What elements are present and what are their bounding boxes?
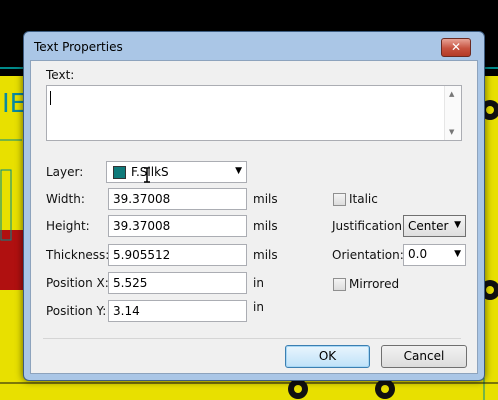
position-y-unit: in <box>253 300 264 314</box>
height-input[interactable]: 39.37008 <box>108 215 247 237</box>
italic-checkbox[interactable] <box>333 193 346 206</box>
dialog-title: Text Properties <box>34 40 123 54</box>
mirrored-checkbox[interactable] <box>333 278 346 291</box>
position-x-label: Position X: <box>46 276 109 290</box>
height-label: Height: <box>46 219 90 233</box>
italic-label[interactable]: Italic <box>349 192 378 206</box>
separator <box>43 338 461 339</box>
thickness-input[interactable]: 5.905512 <box>108 244 247 266</box>
orientation-select[interactable]: 0.0 ▼ <box>403 244 466 266</box>
mirrored-label[interactable]: Mirrored <box>349 277 399 291</box>
width-label: Width: <box>46 192 85 206</box>
text-input[interactable]: ▲ ▼ <box>46 85 462 141</box>
chevron-down-icon: ▼ <box>454 220 461 230</box>
title-bar[interactable]: Text Properties ✕ <box>24 32 484 60</box>
scroll-up-icon[interactable]: ▲ <box>449 90 454 98</box>
chevron-down-icon: ▼ <box>454 249 461 259</box>
text-caret <box>50 91 51 105</box>
cancel-button[interactable]: Cancel <box>381 345 467 368</box>
thickness-value: 5.905512 <box>113 248 171 262</box>
scroll-down-icon[interactable]: ▼ <box>449 128 454 136</box>
position-y-input[interactable]: 3.14 <box>108 300 247 322</box>
dialog-body: Text: ▲ ▼ Layer: F.SilkS ▼ Width: 39.370… <box>30 60 478 374</box>
layer-color-swatch <box>113 166 126 179</box>
orientation-value: 0.0 <box>408 247 428 261</box>
width-unit: mils <box>253 192 278 206</box>
text-properties-dialog: Text Properties ✕ Text: ▲ ▼ Layer: F.Sil… <box>23 31 485 381</box>
justification-select[interactable]: Center ▼ <box>403 215 466 237</box>
thickness-label: Thickness: <box>46 248 110 262</box>
chevron-down-icon: ▼ <box>235 166 242 176</box>
justification-label: Justification: <box>332 219 406 233</box>
ok-button[interactable]: OK <box>285 345 370 368</box>
ibeam-cursor-icon <box>144 167 150 183</box>
text-label: Text: <box>46 68 75 82</box>
height-unit: mils <box>253 219 278 233</box>
close-button[interactable]: ✕ <box>441 38 471 57</box>
text-scrollbar[interactable]: ▲ ▼ <box>444 86 461 140</box>
orientation-label: Orientation: <box>332 248 404 262</box>
width-input[interactable]: 39.37008 <box>108 188 247 210</box>
position-x-input[interactable]: 5.525 <box>108 272 247 294</box>
layer-label: Layer: <box>46 165 84 179</box>
thickness-unit: mils <box>253 248 278 262</box>
width-value: 39.37008 <box>113 192 171 206</box>
justification-value: Center <box>408 219 449 233</box>
position-x-unit: in <box>253 276 264 290</box>
position-y-value: 3.14 <box>113 304 140 318</box>
height-value: 39.37008 <box>113 219 171 233</box>
position-y-label: Position Y: <box>46 304 107 318</box>
position-x-value: 5.525 <box>113 276 148 290</box>
layer-select[interactable]: F.SilkS ▼ <box>106 161 247 183</box>
